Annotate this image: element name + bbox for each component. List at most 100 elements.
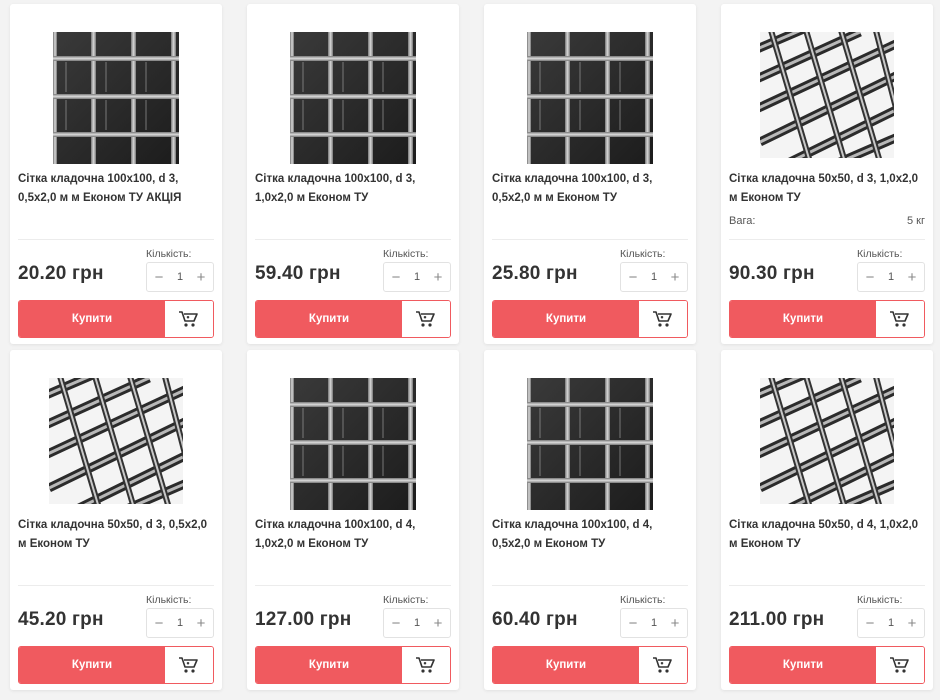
product-image[interactable] [247, 32, 459, 166]
quantity-label: Кількість: [857, 248, 903, 260]
minus-icon[interactable]: − [152, 269, 166, 286]
quantity-value[interactable]: 1 [651, 617, 657, 629]
buy-button[interactable]: Купити [730, 301, 876, 337]
product-title[interactable]: Сітка кладочна 100х100, d 4, 1,0х2,0 м Е… [255, 516, 455, 554]
product-title[interactable]: Сітка кладочна 100х100, d 4, 0,5х2,0 м Е… [492, 516, 692, 554]
divider [18, 585, 214, 586]
cart-icon [890, 311, 909, 327]
product-card: Сітка кладочна 100х100, d 4, 1,0х2,0 м Е… [247, 350, 459, 690]
product-image[interactable] [247, 378, 459, 512]
buy-button[interactable]: Купити [256, 647, 402, 683]
buy-group: Купити [729, 300, 925, 338]
divider [729, 239, 925, 240]
plus-icon[interactable]: + [431, 615, 445, 632]
quantity-label: Кількість: [857, 594, 903, 606]
product-image[interactable] [721, 378, 933, 512]
divider [255, 239, 451, 240]
quantity-stepper: − 1 + [383, 608, 451, 638]
mesh-50-image [760, 32, 894, 158]
product-title[interactable]: Сітка кладочна 100х100, d 3, 0,5х2,0 м м… [18, 170, 218, 208]
add-to-cart-button[interactable] [639, 647, 687, 683]
add-to-cart-button[interactable] [876, 647, 924, 683]
minus-icon[interactable]: − [863, 615, 877, 632]
quantity-value[interactable]: 1 [177, 617, 183, 629]
quantity-value[interactable]: 1 [888, 271, 894, 283]
quantity-value[interactable]: 1 [177, 271, 183, 283]
product-title[interactable]: Сітка кладочна 50х50, d 4, 1,0х2,0 м Еко… [729, 516, 929, 554]
minus-icon[interactable]: − [389, 269, 403, 286]
minus-icon[interactable]: − [863, 269, 877, 286]
product-title[interactable]: Сітка кладочна 50х50, d 3, 0,5х2,0 м Еко… [18, 516, 218, 554]
product-price: 25.80 грн [492, 263, 578, 284]
quantity-stepper: − 1 + [146, 262, 214, 292]
quantity-stepper: − 1 + [857, 608, 925, 638]
cart-icon [179, 657, 198, 673]
plus-icon[interactable]: + [905, 615, 919, 632]
quantity-value[interactable]: 1 [888, 617, 894, 629]
quantity-stepper: − 1 + [857, 262, 925, 292]
buy-button[interactable]: Купити [493, 647, 639, 683]
plus-icon[interactable]: + [668, 615, 682, 632]
add-to-cart-button[interactable] [876, 301, 924, 337]
divider [492, 239, 688, 240]
plus-icon[interactable]: + [668, 269, 682, 286]
add-to-cart-button[interactable] [165, 647, 213, 683]
product-price: 45.20 грн [18, 609, 104, 630]
add-to-cart-button[interactable] [639, 301, 687, 337]
quantity-label: Кількість: [383, 594, 429, 606]
add-to-cart-button[interactable] [165, 301, 213, 337]
buy-button[interactable]: Купити [730, 647, 876, 683]
product-price: 127.00 грн [255, 609, 352, 630]
buy-button[interactable]: Купити [493, 301, 639, 337]
mesh-50-image [49, 378, 183, 504]
product-image[interactable] [721, 32, 933, 166]
product-image[interactable] [10, 378, 222, 512]
weight-label: Вага: [729, 215, 756, 227]
mesh-100-image [290, 32, 416, 164]
minus-icon[interactable]: − [152, 615, 166, 632]
minus-icon[interactable]: − [626, 615, 640, 632]
minus-icon[interactable]: − [389, 615, 403, 632]
cart-icon [653, 311, 672, 327]
product-grid: Сітка кладочна 100х100, d 3, 0,5х2,0 м м… [0, 0, 940, 700]
plus-icon[interactable]: + [431, 269, 445, 286]
buy-button[interactable]: Купити [19, 647, 165, 683]
minus-icon[interactable]: − [626, 269, 640, 286]
product-price: 60.40 грн [492, 609, 578, 630]
product-title[interactable]: Сітка кладочна 50х50, d 3, 1,0х2,0 м Еко… [729, 170, 929, 208]
quantity-value[interactable]: 1 [651, 271, 657, 283]
product-card: Сітка кладочна 50х50, d 4, 1,0х2,0 м Еко… [721, 350, 933, 690]
buy-group: Купити [492, 646, 688, 684]
add-to-cart-button[interactable] [402, 301, 450, 337]
quantity-stepper: − 1 + [620, 262, 688, 292]
cart-icon [653, 657, 672, 673]
buy-button[interactable]: Купити [256, 301, 402, 337]
quantity-value[interactable]: 1 [414, 617, 420, 629]
mesh-50-image [760, 378, 894, 504]
quantity-label: Кількість: [146, 248, 192, 260]
mesh-100-image [53, 32, 179, 164]
plus-icon[interactable]: + [194, 615, 208, 632]
weight-attribute: Вага: 5 кг [729, 215, 925, 227]
product-card: Сітка кладочна 100х100, d 3, 1,0х2,0 м Е… [247, 4, 459, 344]
plus-icon[interactable]: + [905, 269, 919, 286]
buy-group: Купити [18, 300, 214, 338]
cart-icon [416, 657, 435, 673]
quantity-label: Кількість: [620, 248, 666, 260]
product-title[interactable]: Сітка кладочна 100х100, d 3, 0,5х2,0 м м… [492, 170, 692, 208]
product-image[interactable] [484, 378, 696, 512]
product-image[interactable] [484, 32, 696, 166]
product-title[interactable]: Сітка кладочна 100х100, d 3, 1,0х2,0 м Е… [255, 170, 455, 208]
divider [255, 585, 451, 586]
product-price: 20.20 грн [18, 263, 104, 284]
buy-button[interactable]: Купити [19, 301, 165, 337]
buy-group: Купити [492, 300, 688, 338]
product-image[interactable] [10, 32, 222, 166]
quantity-label: Кількість: [146, 594, 192, 606]
plus-icon[interactable]: + [194, 269, 208, 286]
weight-value: 5 кг [907, 215, 925, 227]
mesh-100-image [527, 378, 653, 510]
product-card: Сітка кладочна 100х100, d 4, 0,5х2,0 м Е… [484, 350, 696, 690]
quantity-value[interactable]: 1 [414, 271, 420, 283]
add-to-cart-button[interactable] [402, 647, 450, 683]
